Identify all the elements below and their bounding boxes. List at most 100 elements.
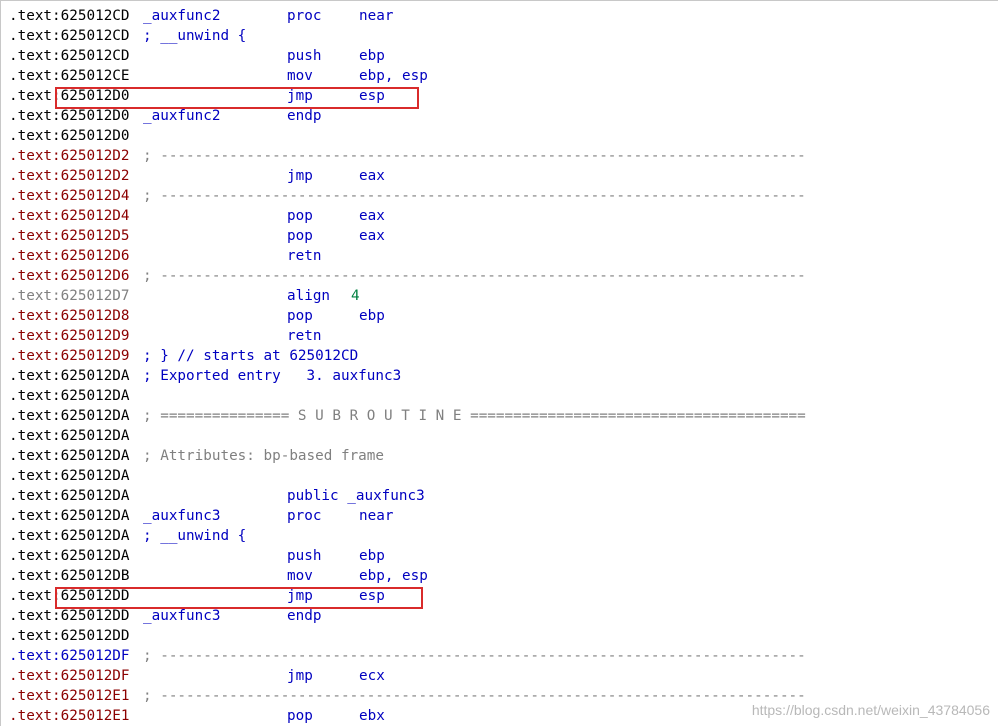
listing-line[interactable]: .text:625012D6 retn <box>9 246 321 266</box>
function-label[interactable]: _auxfunc3 <box>143 506 220 526</box>
address[interactable]: 625012DA <box>61 408 130 424</box>
listing-line[interactable]: .text:625012E1 pop ebx <box>9 706 385 726</box>
operand[interactable]: ecx <box>359 666 385 686</box>
operand[interactable]: eax <box>359 206 385 226</box>
mnemonic[interactable]: proc <box>287 6 321 26</box>
listing-line[interactable]: .text:625012CD _auxfunc2 proc near <box>9 6 393 26</box>
address[interactable]: 625012E1 <box>61 688 130 704</box>
listing-line[interactable]: .text:625012DA ; Attributes: bp-based fra… <box>9 446 384 466</box>
operand[interactable]: near <box>359 6 393 26</box>
operand[interactable]: ebx <box>359 706 385 726</box>
operand[interactable]: ebp <box>359 546 385 566</box>
address[interactable]: 625012CD <box>61 8 130 24</box>
listing-line[interactable]: .text:625012DA ; =============== S U B R … <box>9 406 806 426</box>
listing-line[interactable]: .text:625012D9 ; } // starts at 625012CD <box>9 346 358 366</box>
address[interactable]: 625012DA <box>61 388 130 404</box>
listing-line[interactable]: .text:625012DA ; Exported entry 3. auxfun… <box>9 366 401 386</box>
listing-line[interactable]: .text:625012DA ; __unwind { <box>9 526 246 546</box>
listing-line[interactable]: .text:625012DF jmp ecx <box>9 666 385 686</box>
mnemonic[interactable]: push <box>287 46 321 66</box>
operand[interactable]: ebp, esp <box>359 66 428 86</box>
listing-line[interactable]: .text:625012D4 ; ------------------------… <box>9 186 806 206</box>
address[interactable]: 625012DB <box>61 568 130 584</box>
listing-line[interactable]: .text:625012CE mov ebp, esp <box>9 66 428 86</box>
mnemonic[interactable]: jmp <box>287 666 313 686</box>
mnemonic[interactable]: endp <box>287 106 321 126</box>
address[interactable]: 625012DF <box>61 668 130 684</box>
address[interactable]: 625012DF <box>61 648 130 664</box>
address[interactable]: 625012DA <box>61 368 130 384</box>
address[interactable]: 625012CD <box>61 48 130 64</box>
address[interactable]: 625012D0 <box>61 128 130 144</box>
address[interactable]: 625012CD <box>61 28 130 44</box>
address[interactable]: 625012D9 <box>61 348 130 364</box>
function-label[interactable]: _auxfunc3 <box>143 606 220 626</box>
listing-line[interactable]: .text:625012D0 _auxfunc2 endp <box>9 106 321 126</box>
mnemonic[interactable]: retn <box>287 246 321 266</box>
mnemonic[interactable]: align <box>287 286 330 306</box>
disassembly-view[interactable]: .text:625012CD _auxfunc2 proc near .text:625… <box>0 0 998 726</box>
operand[interactable]: eax <box>359 226 385 246</box>
listing-line[interactable]: .text:625012D6 ; ------------------------… <box>9 266 806 286</box>
address[interactable]: 625012D9 <box>61 328 130 344</box>
mnemonic[interactable]: mov <box>287 566 313 586</box>
listing-line[interactable]: .text:625012DB mov ebp, esp <box>9 566 428 586</box>
listing-line[interactable]: .text:625012D2 jmp eax <box>9 166 385 186</box>
address[interactable]: 625012DA <box>61 468 130 484</box>
function-label[interactable]: _auxfunc2 <box>143 106 220 126</box>
listing-line[interactable]: .text:625012DD <box>9 626 130 646</box>
listing-line[interactable]: .text:625012DA _auxfunc3 proc near <box>9 506 393 526</box>
function-label[interactable]: _auxfunc2 <box>143 6 220 26</box>
mnemonic[interactable]: jmp <box>287 166 313 186</box>
listing-line[interactable]: .text:625012D4 pop eax <box>9 206 385 226</box>
address[interactable]: 625012D4 <box>61 188 130 204</box>
mnemonic[interactable]: pop <box>287 226 313 246</box>
listing-line[interactable]: .text:625012DA push ebp <box>9 546 385 566</box>
address[interactable]: 625012E1 <box>61 708 130 724</box>
listing-line[interactable]: .text:625012D5 pop eax <box>9 226 385 246</box>
address[interactable]: 625012D4 <box>61 208 130 224</box>
listing-line[interactable]: .text:625012D2 ; ------------------------… <box>9 146 806 166</box>
address[interactable]: 625012D2 <box>61 148 130 164</box>
listing-line[interactable]: .text:625012DA public _auxfunc3 <box>9 486 425 506</box>
listing-line[interactable]: .text:625012E1 ; ------------------------… <box>9 686 806 706</box>
address[interactable]: 625012DA <box>61 548 130 564</box>
listing-line[interactable]: .text:625012DA <box>9 386 130 406</box>
mnemonic[interactable]: mov <box>287 66 313 86</box>
listing-line[interactable]: .text:625012D7 align 4 <box>9 286 360 306</box>
mnemonic[interactable]: proc <box>287 506 321 526</box>
address[interactable]: 625012CE <box>61 68 130 84</box>
mnemonic[interactable]: pop <box>287 306 313 326</box>
mnemonic[interactable]: push <box>287 546 321 566</box>
mnemonic[interactable]: pop <box>287 206 313 226</box>
listing-line[interactable]: .text:625012DA <box>9 466 130 486</box>
address[interactable]: 625012D0 <box>61 108 130 124</box>
address[interactable]: 625012D8 <box>61 308 130 324</box>
address[interactable]: 625012DA <box>61 508 130 524</box>
listing-line[interactable]: .text:625012D9 retn <box>9 326 321 346</box>
listing-line[interactable]: .text:625012DD _auxfunc3 endp <box>9 606 321 626</box>
operand[interactable]: ebp <box>359 46 385 66</box>
address[interactable]: 625012DA <box>61 448 130 464</box>
address[interactable]: 625012D5 <box>61 228 130 244</box>
address[interactable]: 625012D7 <box>61 288 130 304</box>
mnemonic[interactable]: public _auxfunc3 <box>287 486 425 506</box>
address[interactable]: 625012DA <box>61 528 130 544</box>
listing-line[interactable]: .text:625012CD push ebp <box>9 46 385 66</box>
operand[interactable]: ebp <box>359 306 385 326</box>
listing-line[interactable]: .text:625012D8 pop ebp <box>9 306 385 326</box>
listing-line[interactable]: .text:625012CD ; __unwind { <box>9 26 246 46</box>
listing-line[interactable]: .text:625012D0 <box>9 126 130 146</box>
address[interactable]: 625012D6 <box>61 248 130 264</box>
address[interactable]: 625012DA <box>61 488 130 504</box>
operand[interactable]: 4 <box>351 286 360 306</box>
mnemonic[interactable]: retn <box>287 326 321 346</box>
listing-line[interactable]: .text:625012DA <box>9 426 130 446</box>
operand[interactable]: ebp, esp <box>359 566 428 586</box>
address[interactable]: 625012DD <box>61 628 130 644</box>
operand[interactable]: near <box>359 506 393 526</box>
mnemonic[interactable]: pop <box>287 706 313 726</box>
listing-line[interactable]: .text:625012DF ; ------------------------… <box>9 646 806 666</box>
address[interactable]: 625012DA <box>61 428 130 444</box>
address[interactable]: 625012D6 <box>61 268 130 284</box>
